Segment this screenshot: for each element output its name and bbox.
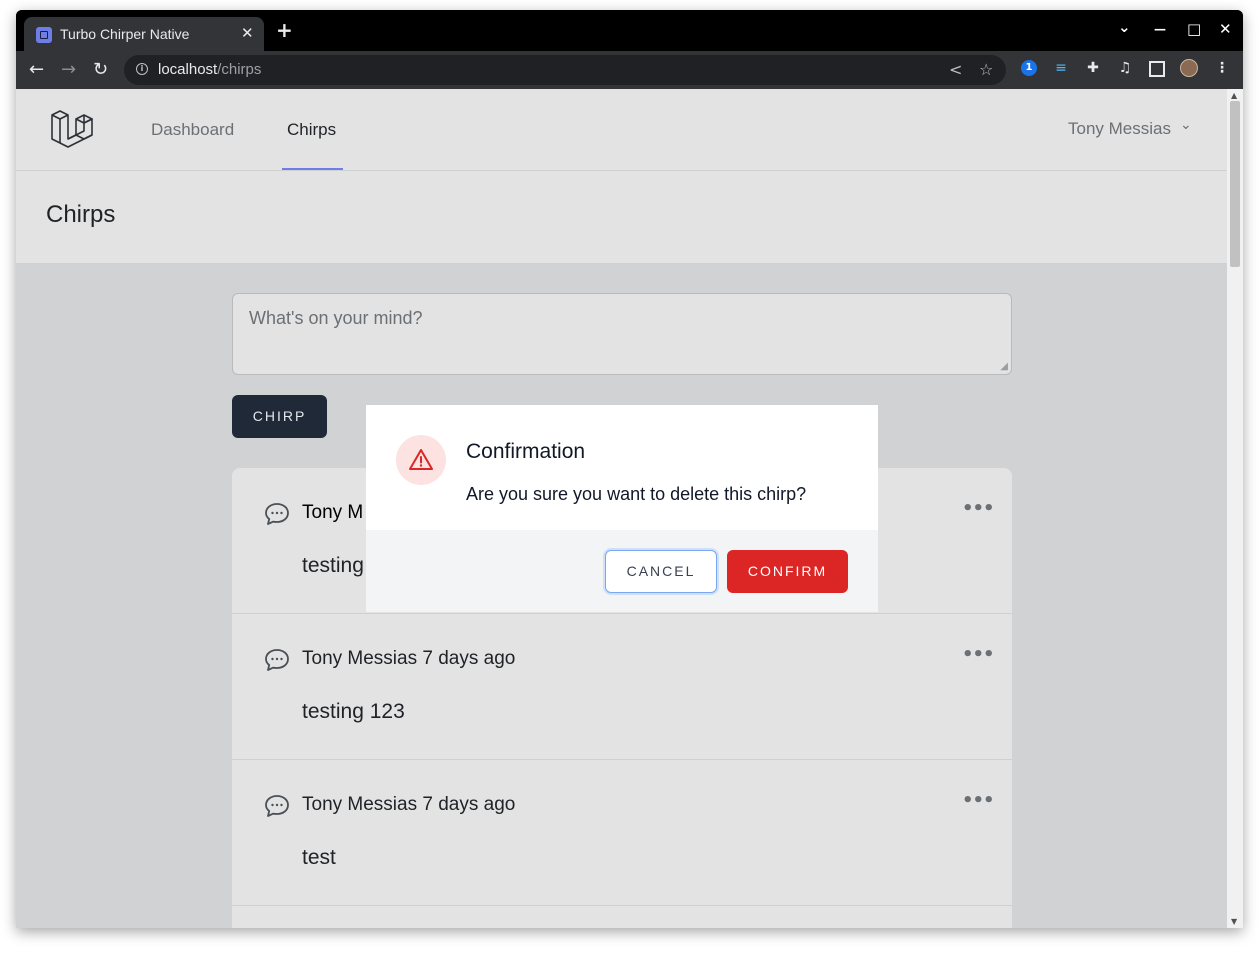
cancel-button[interactable]: CANCEL [605, 550, 717, 593]
dialog-title: Confirmation [466, 440, 586, 463]
app-navbar: Dashboard Chirps Tony Messias ⌄ [16, 89, 1227, 171]
page-title: Chirps [46, 201, 116, 228]
chirp-message-input[interactable]: What's on your mind? ◢ [232, 293, 1012, 375]
chirp-text: testing 123 [302, 700, 405, 723]
maximize-icon[interactable]: □ [1187, 20, 1201, 38]
side-panel-icon[interactable] [1149, 61, 1165, 77]
media-queue-icon[interactable]: ♫ [1117, 60, 1133, 76]
browser-tab[interactable]: Turbo Chirper Native ✕ [24, 17, 264, 51]
site-info-icon[interactable]: i [136, 63, 148, 75]
browser-window: Turbo Chirper Native ✕ + ⌄ — □ ✕ ← → ↻ i… [16, 10, 1243, 928]
chirp-author: Tony M [302, 502, 364, 523]
reload-icon[interactable]: ↻ [93, 60, 108, 80]
profile-avatar-icon[interactable] [1180, 59, 1198, 77]
url-path: /chirps [217, 61, 262, 78]
tab-search-icon[interactable]: ⌄ [1118, 18, 1131, 36]
nav-link-chirps[interactable]: Chirps [287, 120, 336, 140]
chirp-date: 7 days ago [422, 648, 516, 669]
chirp-item: Tony Messias 7 days ago test ••• [232, 760, 1012, 906]
forward-icon[interactable]: → [61, 60, 76, 80]
app-favicon-icon [36, 27, 52, 43]
url-host: localhost [158, 61, 218, 78]
user-menu-trigger[interactable]: Tony Messias [1068, 119, 1171, 139]
dialog-message: Are you sure you want to delete this chi… [466, 484, 807, 504]
extensions-puzzle-icon[interactable]: ✚ [1085, 60, 1101, 76]
warning-icon [409, 449, 433, 470]
scrollbar-thumb[interactable] [1230, 101, 1240, 267]
chirp-options-icon[interactable]: ••• [962, 790, 995, 811]
page-viewport: Dashboard Chirps Tony Messias ⌄ Chirps W… [16, 89, 1243, 928]
chirp-input-placeholder: What's on your mind? [249, 308, 423, 328]
laravel-logo-icon[interactable] [50, 107, 96, 153]
new-tab-icon[interactable]: + [276, 19, 293, 41]
password-manager-icon[interactable]: 1 [1021, 60, 1037, 76]
confirm-button[interactable]: CONFIRM [727, 550, 848, 593]
scroll-down-icon[interactable]: ▼ [1231, 917, 1237, 926]
chirp-date: 7 days ago [422, 794, 516, 815]
chirp-text: test [302, 846, 336, 869]
tab-strip: Turbo Chirper Native ✕ + ⌄ — □ ✕ [16, 10, 1243, 51]
chirp-text: testing [302, 554, 364, 577]
tab-close-icon[interactable]: ✕ [241, 24, 254, 42]
chirp-submit-button[interactable]: CHIRP [232, 395, 327, 438]
minimize-icon[interactable]: — [1154, 20, 1166, 38]
url-text[interactable]: localhost/chirps [158, 61, 261, 78]
confirmation-dialog: Confirmation Are you sure you want to de… [366, 405, 878, 612]
active-nav-indicator [282, 168, 343, 170]
share-icon[interactable]: < [949, 60, 962, 79]
chirp-options-icon[interactable]: ••• [962, 498, 995, 519]
page-scrollbar[interactable]: ▲ ▼ [1227, 89, 1243, 928]
chirp-options-icon[interactable]: ••• [962, 644, 995, 665]
bookmark-star-icon[interactable]: ☆ [979, 60, 993, 79]
chat-bubble-icon [265, 795, 289, 817]
tab-title: Turbo Chirper Native [60, 26, 190, 42]
page-header: Chirps [16, 171, 1227, 264]
dialog-footer: CANCEL CONFIRM [366, 530, 878, 612]
warning-icon-badge [396, 435, 446, 485]
chirp-meta: Tony Messias 7 days ago [302, 794, 515, 816]
scroll-up-icon[interactable]: ▲ [1231, 91, 1237, 100]
browser-toolbar: ← → ↻ i localhost/chirps < ☆ 1 ≡ ✚ ♫ ⋮ [16, 51, 1243, 89]
chirp-item: Tony Messias 7 days ago testing 123 ••• [232, 614, 1012, 760]
back-icon[interactable]: ← [29, 60, 44, 80]
extension-filter-icon[interactable]: ≡ [1053, 60, 1069, 76]
nav-link-dashboard[interactable]: Dashboard [151, 120, 234, 140]
browser-menu-icon[interactable]: ⋮ [1214, 60, 1230, 76]
chirp-author: Tony Messias [302, 794, 418, 815]
chat-bubble-icon [265, 503, 289, 525]
chirp-meta: Tony Messias 7 days ago [302, 648, 515, 670]
chevron-down-icon[interactable]: ⌄ [1180, 117, 1192, 133]
chat-bubble-icon [265, 649, 289, 671]
address-bar[interactable]: i localhost/chirps < ☆ [124, 55, 1006, 85]
resize-grip-icon[interactable]: ◢ [1000, 361, 1008, 372]
close-window-icon[interactable]: ✕ [1219, 20, 1232, 38]
chirp-author: Tony Messias [302, 648, 418, 669]
